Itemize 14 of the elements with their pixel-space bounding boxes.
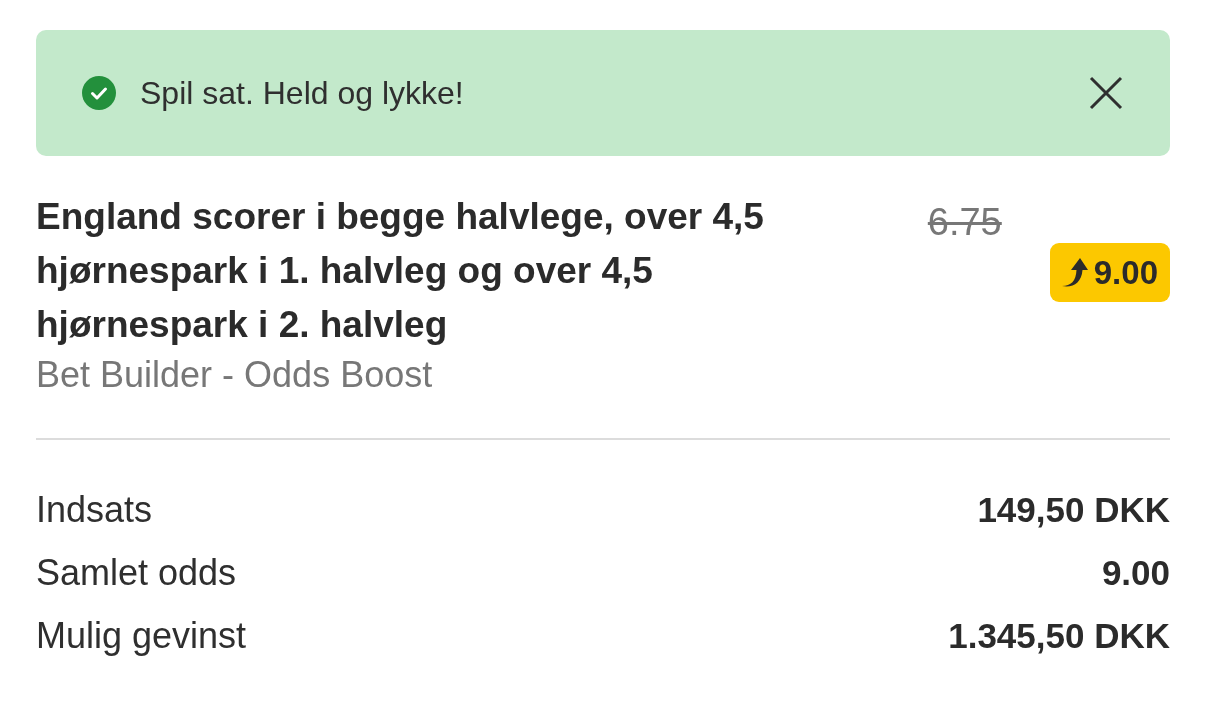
summary-label: Samlet odds xyxy=(36,551,237,594)
close-icon xyxy=(1089,76,1123,110)
notification-message: Spil sat. Held og lykke! xyxy=(140,74,465,112)
summary-value: 149,50 DKK xyxy=(977,489,1170,530)
summary-value: 9.00 xyxy=(1101,552,1170,593)
market-label: Bet Builder - Odds Boost xyxy=(36,353,434,397)
summary-label: Mulig gevinst xyxy=(36,614,247,657)
summary-value: 1.345,50 DKK xyxy=(948,615,1170,656)
selection-title: England scorer i begge halvlege, over 4,5 hjørnespark i 1. halvleg og over 4,5 hjørnespark i 2. halvleg xyxy=(36,195,765,347)
previous-odds: 6.75 xyxy=(927,202,1002,242)
summary-label: Indsats xyxy=(36,488,153,531)
close-button[interactable] xyxy=(1088,75,1124,111)
boosted-odds: 9.00 xyxy=(1093,253,1158,292)
check-circle-icon xyxy=(82,76,116,110)
